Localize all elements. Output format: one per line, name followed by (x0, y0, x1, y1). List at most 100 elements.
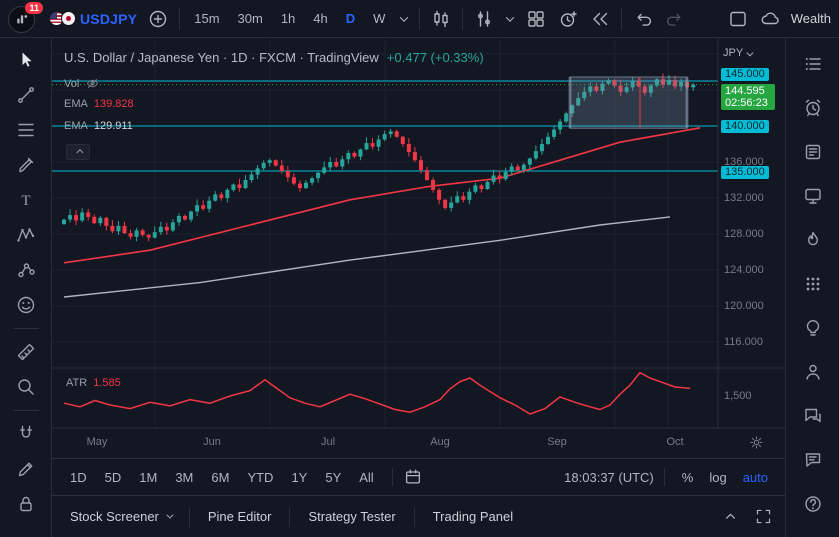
magnet-tool-button[interactable] (12, 420, 40, 448)
data-window-tool-button[interactable] (799, 182, 827, 210)
ema-fast-legend[interactable]: EMA 139.828 (64, 98, 134, 110)
fib-retracement-tool-button[interactable] (12, 116, 40, 144)
zoom-tool-button[interactable] (12, 373, 40, 401)
hotlists-tool-button[interactable] (799, 226, 827, 254)
range-1y[interactable]: 1Y (283, 467, 315, 488)
timeframe-15m[interactable]: 15m (190, 9, 223, 28)
drawing-tool-button[interactable] (12, 455, 40, 483)
emoji-icon (15, 294, 37, 316)
chevron-up-icon (721, 507, 740, 526)
tradingview-logo[interactable]: 11 (8, 4, 39, 34)
timeframe-30m[interactable]: 30m (234, 9, 267, 28)
chart-type-button[interactable] (430, 8, 452, 30)
cursor-tool-button[interactable] (12, 46, 40, 74)
separator (13, 328, 39, 329)
range-1d[interactable]: 1D (62, 467, 95, 488)
maximize-panel-button[interactable] (754, 507, 773, 526)
streams-tool-button[interactable] (799, 358, 827, 386)
lock-all-tool-button[interactable] (12, 490, 40, 518)
lock-all-icon (15, 493, 37, 515)
tab-pine-editor[interactable]: Pine Editor (190, 496, 290, 537)
apps-tool-button[interactable] (799, 270, 827, 298)
log-scale-button[interactable]: log (702, 467, 733, 488)
messages-icon (802, 449, 824, 471)
news-tool-button[interactable] (799, 138, 827, 166)
tab-strategy-tester-label: Strategy Tester (308, 509, 395, 524)
symbol-label: USDJPY (80, 11, 137, 27)
measure-icon (15, 341, 37, 363)
range-all[interactable]: All (351, 467, 381, 488)
separator (621, 8, 622, 30)
timeframe-1w[interactable]: W (369, 9, 389, 28)
chart-canvas[interactable] (52, 38, 785, 458)
timeframe-4h[interactable]: 4h (309, 9, 331, 28)
tab-strategy-tester[interactable]: Strategy Tester (290, 496, 413, 537)
redo-button[interactable] (664, 8, 686, 30)
timeframe-1h[interactable]: 1h (277, 9, 299, 28)
forecast-tool-button[interactable] (12, 256, 40, 284)
tab-stock-screener[interactable]: Stock Screener (52, 496, 189, 537)
cloud-layout-label[interactable]: Wealth (791, 11, 831, 26)
indicators-button[interactable] (473, 8, 495, 30)
indicators-icon (473, 8, 495, 30)
messages-tool-button[interactable] (799, 446, 827, 474)
watchlist-tool-button[interactable] (799, 50, 827, 78)
symbol-search-button[interactable]: USDJPY (49, 11, 137, 27)
currency-button[interactable]: JPY (723, 47, 752, 59)
bar-replay-button[interactable] (589, 8, 611, 30)
layout-panel-button[interactable] (727, 8, 749, 30)
range-3m[interactable]: 3M (167, 467, 201, 488)
hide-volume-button[interactable] (85, 76, 100, 91)
forecast-icon (15, 259, 37, 281)
time-axis-settings-button[interactable] (748, 434, 765, 451)
open-panel-button[interactable] (721, 507, 740, 526)
ema-slow-legend[interactable]: EMA 129.911 (64, 120, 133, 132)
range-5d[interactable]: 5D (97, 467, 130, 488)
create-alert-button[interactable] (557, 8, 579, 30)
brush-tool-button[interactable] (12, 151, 40, 179)
emoji-tool-button[interactable] (12, 291, 40, 319)
ema-fast-value: 139.828 (94, 98, 134, 110)
separator (462, 8, 463, 30)
last-price-value: 144.595 (725, 85, 771, 97)
bottom-toolbar: 1D 5D 1M 3M 6M YTD 1Y 5Y All 18:03:37 (U… (52, 458, 785, 495)
atr-value: 1.585 (93, 377, 121, 389)
range-5y[interactable]: 5Y (317, 467, 349, 488)
timeframe-1d[interactable]: D (342, 9, 359, 28)
separator (179, 8, 180, 30)
help-tool-button[interactable] (799, 490, 827, 518)
session-clock[interactable]: 18:03:37 (UTC) (564, 470, 654, 485)
ideas-tool-button[interactable] (799, 314, 827, 342)
indicators-dropdown-icon[interactable] (505, 14, 515, 24)
undo-button[interactable] (632, 8, 654, 30)
tab-pine-editor-label: Pine Editor (208, 509, 272, 524)
screener-dropdown-icon[interactable] (166, 512, 173, 519)
atr-legend[interactable]: ATR 1.585 (66, 377, 121, 389)
multichart-layout-button[interactable] (525, 8, 547, 30)
volume-legend[interactable]: Vol (64, 76, 100, 91)
timeframe-dropdown-icon[interactable] (399, 14, 409, 24)
alerts-tool-button[interactable] (799, 94, 827, 122)
trend-line-tool-button[interactable] (12, 81, 40, 109)
auto-scale-button[interactable]: auto (736, 467, 775, 488)
jp-flag-icon (61, 11, 76, 26)
add-symbol-button[interactable] (147, 8, 169, 30)
go-to-date-button[interactable] (403, 467, 423, 487)
range-ytd[interactable]: YTD (239, 467, 281, 488)
tab-trading-panel-label: Trading Panel (433, 509, 513, 524)
percent-scale-button[interactable]: % (675, 467, 701, 488)
range-6m[interactable]: 6M (203, 467, 237, 488)
measure-tool-button[interactable] (12, 338, 40, 366)
chart-title-row: U.S. Dollar / Japanese Yen · 1D · FXCM ·… (64, 50, 484, 65)
cursor-icon (15, 49, 37, 71)
notification-badge[interactable]: 11 (25, 2, 43, 14)
text-tool-button[interactable]: T (12, 186, 40, 214)
xabcd-pattern-tool-button[interactable] (12, 221, 40, 249)
chart-title[interactable]: U.S. Dollar / Japanese Yen · 1D · FXCM ·… (64, 50, 379, 65)
alert-clock-icon (557, 8, 579, 30)
chat-tool-button[interactable] (799, 402, 827, 430)
tab-trading-panel[interactable]: Trading Panel (415, 496, 531, 537)
panel-controls (721, 507, 785, 526)
range-1m[interactable]: 1M (131, 467, 165, 488)
collapse-legend-button[interactable] (66, 144, 90, 160)
